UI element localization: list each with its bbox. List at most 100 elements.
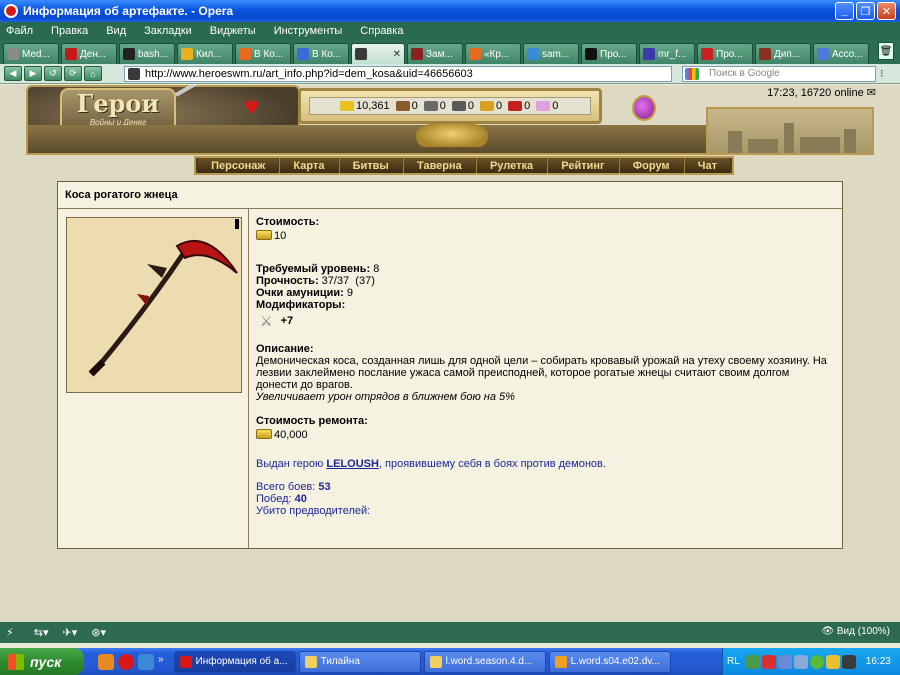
tab-9[interactable]: sam... xyxy=(523,43,579,64)
tab-favicon-icon xyxy=(527,48,539,60)
game-nav-item[interactable]: Карта xyxy=(279,158,338,173)
panel-toggle-icon[interactable]: ⁝ xyxy=(880,67,894,81)
tab-favicon-icon xyxy=(701,48,713,60)
trash-icon[interactable]: 🗑 xyxy=(878,42,894,60)
tab-0[interactable]: Med... xyxy=(3,43,59,64)
resource-value: 0 xyxy=(467,100,475,112)
tray-network-icon[interactable] xyxy=(745,654,760,669)
repair-row: 40,000 xyxy=(256,429,836,441)
page-viewport: Герои Войны и Денег ♥ 10,361 0 0 0 0 0 0 17:23… xyxy=(0,85,900,622)
tray-icq-icon[interactable] xyxy=(809,654,824,669)
potion-icon[interactable] xyxy=(632,95,656,121)
game-nav-item[interactable]: Чат xyxy=(683,158,731,173)
tray-update-icon[interactable] xyxy=(825,654,840,669)
taskbar-button[interactable]: Информация об а... xyxy=(173,650,296,673)
home-button[interactable]: ⌂ xyxy=(84,66,102,81)
zoom-level[interactable]: 👁 Вид (100%) xyxy=(821,626,890,637)
tab-favicon-icon xyxy=(355,48,367,60)
lightning-icon[interactable]: ⚡ xyxy=(6,626,14,639)
game-nav-item[interactable]: Рейтинг xyxy=(547,158,618,173)
status-bar: ⚡ ⇆▾ ✈▾ ⊛▾ 👁 Вид (100%) xyxy=(0,622,900,643)
quicklaunch-opera-icon[interactable] xyxy=(118,653,134,670)
tab-favicon-icon xyxy=(297,48,309,60)
tab-1[interactable]: Ден... xyxy=(61,43,117,64)
window-title: Информация об артефакте. - Opera xyxy=(23,4,234,18)
tab-close-icon[interactable]: ✕ xyxy=(393,49,401,60)
taskbar-app-icon xyxy=(554,655,567,668)
crossed-swords-icon: ⚔ xyxy=(260,313,273,329)
tray-clock-app-icon[interactable] xyxy=(841,654,856,669)
time-online-text: 17:23, 16720 online xyxy=(767,87,864,99)
search-input[interactable]: Поиск в Google xyxy=(682,66,876,82)
taskbar-button[interactable]: Тилайна xyxy=(298,650,421,673)
tab-label: Дип... xyxy=(774,48,801,60)
mail-icon[interactable]: ✉ xyxy=(867,87,876,99)
quicklaunch-app-icon[interactable] xyxy=(98,653,114,670)
start-label: пуск xyxy=(30,653,62,670)
back-button[interactable]: ◀ xyxy=(4,66,22,81)
resource-item: 0 xyxy=(508,100,530,112)
reload-button[interactable]: ⟳ xyxy=(64,66,82,81)
game-nav-item[interactable]: Таверна xyxy=(402,158,475,173)
game-nav-item[interactable]: Рулетка xyxy=(475,158,547,173)
tab-8[interactable]: «Кр... xyxy=(465,43,521,64)
unite-icon[interactable]: ⊛▾ xyxy=(91,626,106,639)
turbo-icon[interactable]: ✈▾ xyxy=(62,626,77,639)
tray-display-icon[interactable] xyxy=(777,654,792,669)
resource-value: 0 xyxy=(411,100,418,112)
tab-label: mr_f... xyxy=(658,48,687,60)
logo-title: Герои xyxy=(76,89,160,118)
resource-item: 0 xyxy=(451,100,475,112)
rewind-button[interactable]: ↺ xyxy=(44,66,62,81)
tab-10[interactable]: Про... xyxy=(581,43,637,64)
taskbar-button[interactable]: l.word.season.4.d... xyxy=(423,650,546,673)
menu-widgets[interactable]: Виджеты xyxy=(210,25,256,37)
tab-6[interactable]: ✕ xyxy=(351,43,405,64)
language-indicator[interactable]: RL xyxy=(727,656,740,667)
quicklaunch-ie-icon[interactable] xyxy=(138,653,154,670)
wins-value: 40 xyxy=(294,493,307,505)
tab-7[interactable]: Зам... xyxy=(407,43,463,64)
close-button[interactable]: ✕ xyxy=(877,2,896,20)
tab-favicon-icon xyxy=(411,48,423,60)
game-nav-item[interactable]: Форум xyxy=(618,158,683,173)
taskbar-button-label: Тилайна xyxy=(320,656,360,667)
menu-file[interactable]: Файл xyxy=(6,25,33,37)
repair-value: 40,000 xyxy=(274,429,308,441)
menu-view[interactable]: Вид xyxy=(106,25,126,37)
heart-icon[interactable]: ♥ xyxy=(244,93,259,119)
tab-11[interactable]: mr_f... xyxy=(639,43,695,64)
tab-4[interactable]: В Ко... xyxy=(235,43,291,64)
tab-favicon-icon xyxy=(585,48,597,60)
taskbar: пуск » Информация об а... Тилайна l.word.s… xyxy=(0,648,900,675)
quicklaunch-more-icon[interactable]: » xyxy=(158,654,164,670)
minimize-button[interactable]: _ xyxy=(835,2,854,20)
tab-label: bash... xyxy=(138,48,169,60)
resource-value: 0 xyxy=(524,100,531,112)
tab-3[interactable]: Кил... xyxy=(177,43,233,64)
menu-edit[interactable]: Правка xyxy=(51,25,88,37)
menu-tools[interactable]: Инструменты xyxy=(274,25,343,37)
menu-help[interactable]: Справка xyxy=(360,25,403,37)
start-button[interactable]: пуск xyxy=(0,648,84,675)
sync-icon[interactable]: ⇆▾ xyxy=(34,626,49,639)
maximize-button[interactable]: ❐ xyxy=(856,2,875,20)
hero-link[interactable]: LELOUSH xyxy=(326,458,379,470)
ammo-label: Очки амуниции: xyxy=(256,287,344,299)
taskbar-button[interactable]: L.word.s04.e02.dv... xyxy=(548,650,671,673)
forward-button[interactable]: ▶ xyxy=(24,66,42,81)
resource-item: 0 xyxy=(423,100,446,112)
url-field[interactable]: http://www.heroeswm.ru/art_info.php?id=d… xyxy=(124,66,672,82)
tab-13[interactable]: Дип... xyxy=(755,43,811,64)
game-nav-item[interactable]: Битвы xyxy=(338,158,402,173)
tab-14[interactable]: Acco... xyxy=(813,43,869,64)
zoom-eye-icon: 👁 xyxy=(821,626,835,637)
tray-antivirus-icon[interactable] xyxy=(761,654,776,669)
tray-sound-icon[interactable] xyxy=(793,654,808,669)
game-nav-item[interactable]: Персонаж xyxy=(198,158,279,173)
tab-12[interactable]: Про... xyxy=(697,43,753,64)
menu-bookmarks[interactable]: Закладки xyxy=(144,25,192,37)
task-buttons: Информация об а... Тилайна l.word.season.4… xyxy=(173,650,674,673)
tab-2[interactable]: bash... xyxy=(119,43,175,64)
tab-5[interactable]: В Ко... xyxy=(293,43,349,64)
